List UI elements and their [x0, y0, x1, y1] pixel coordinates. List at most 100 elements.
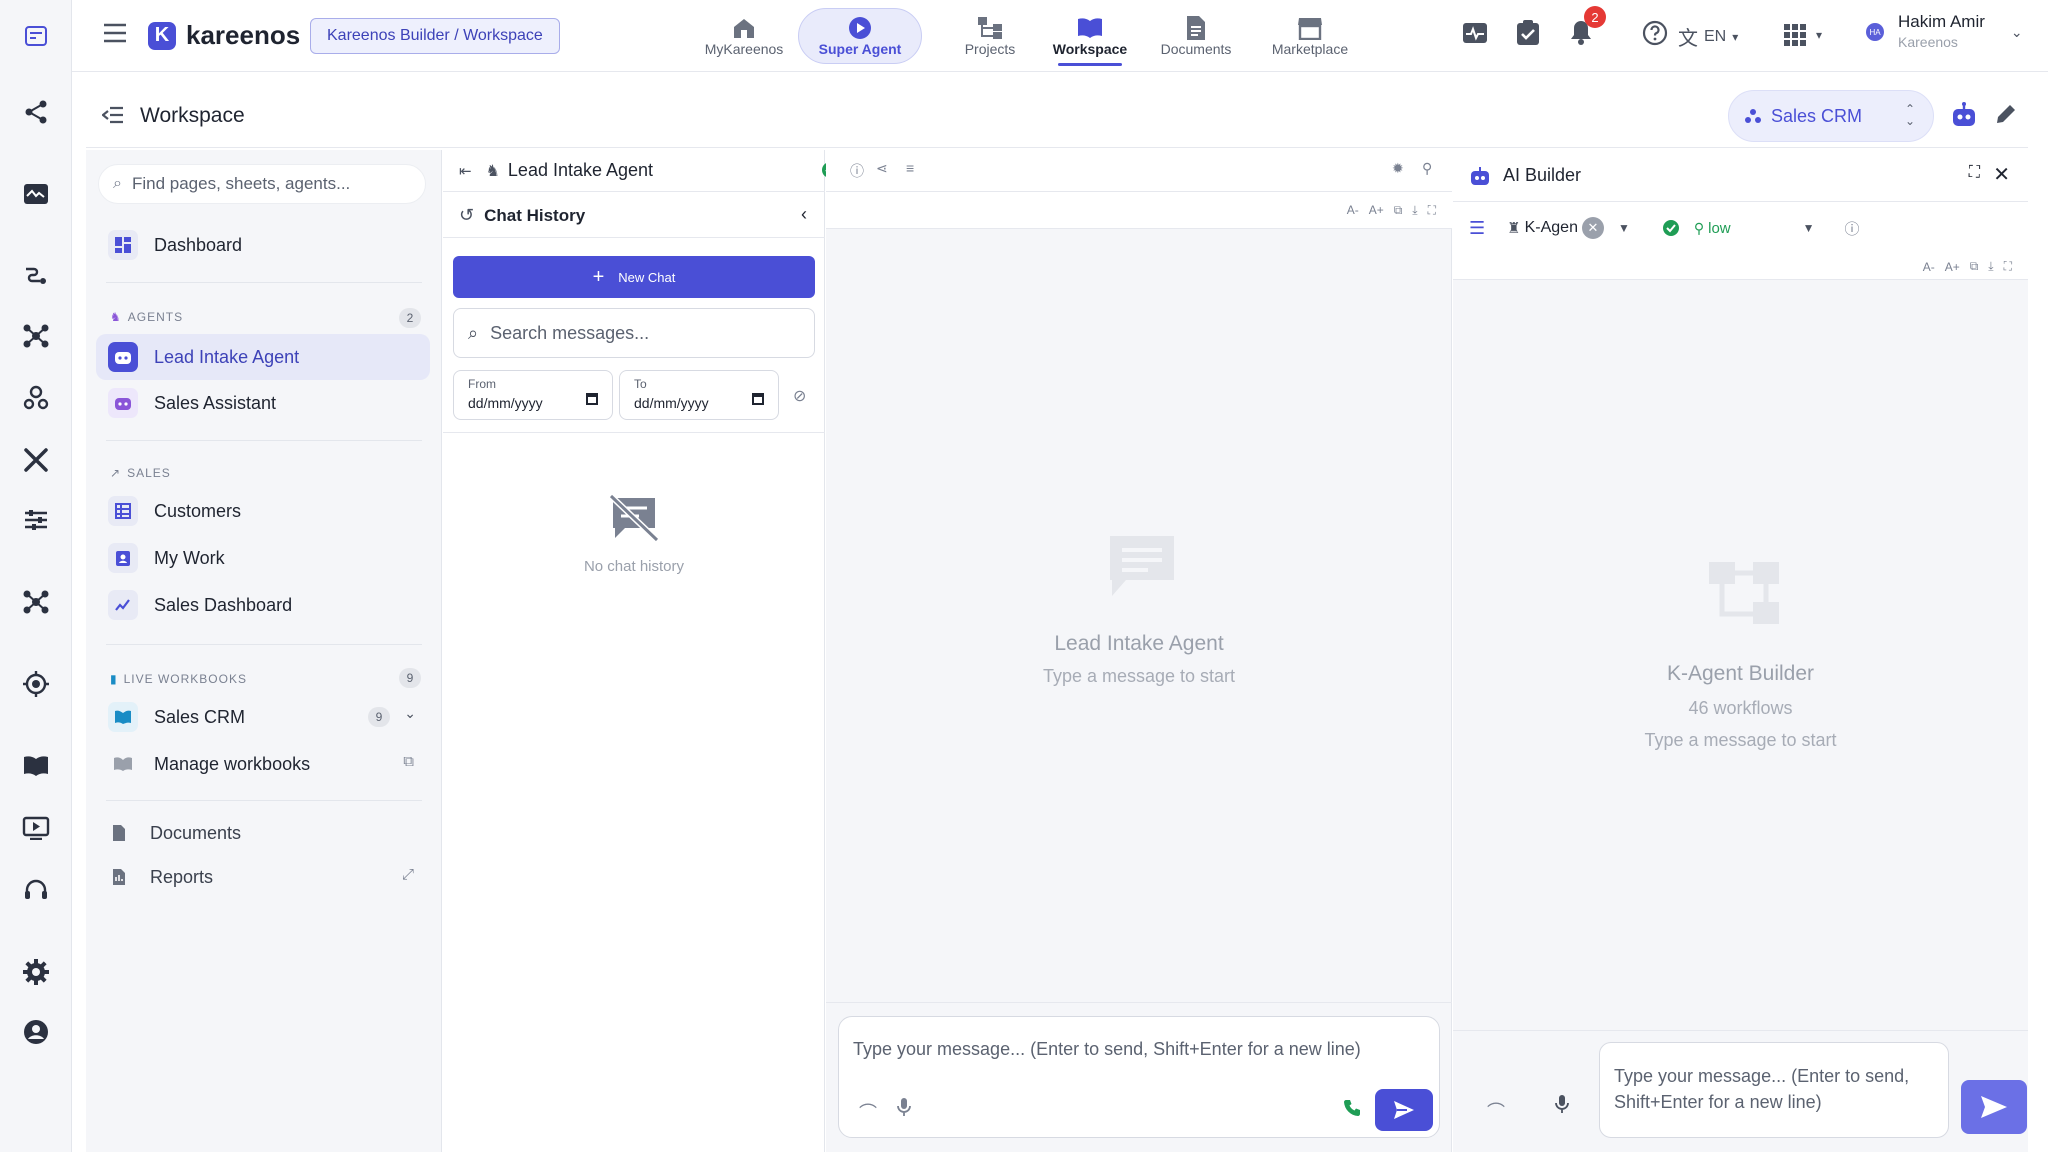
info-icon[interactable]: ⓘ [1845, 218, 1860, 239]
language-selector[interactable]: 文 EN ▾ [1678, 22, 1738, 51]
builder-view-controls: A- A+ ⧉ ⤓ ⛶ [1453, 254, 2028, 280]
edit-icon[interactable] [1994, 102, 2018, 126]
chevron-down-icon[interactable]: ▼ [1803, 221, 1815, 235]
nav-workspace[interactable]: Workspace [1036, 8, 1144, 66]
collapse-history-icon[interactable]: ⇤ [459, 162, 472, 180]
agent-chip[interactable]: K-Agen [1525, 219, 1578, 237]
language-label: EN [1704, 27, 1727, 45]
nav-documents[interactable]: Documents [1146, 8, 1246, 64]
info-icon[interactable]: ⓘ [850, 161, 864, 181]
sidebar-item-label: Sales CRM [154, 706, 246, 727]
workbook-selector[interactable]: Sales CRM ⌃ ⌄ [1728, 90, 1934, 142]
video-icon[interactable] [18, 810, 54, 846]
share-icon[interactable]: ⋖ [876, 160, 888, 177]
bug-icon[interactable]: ✹ [1392, 160, 1404, 177]
terminal-icon[interactable] [18, 18, 54, 54]
send-button[interactable] [1375, 1089, 1433, 1131]
notifications-button[interactable]: 2 [1568, 6, 1606, 46]
sidebar-search[interactable]: ⌕ Find pages, sheets, agents... [98, 164, 426, 204]
activity-icon[interactable] [1462, 22, 1488, 44]
help-icon[interactable] [1642, 20, 1668, 46]
level-label[interactable]: low [1708, 220, 1731, 237]
network-icon[interactable] [18, 584, 54, 620]
chat-input[interactable]: Type your message... (Enter to send, Shi… [838, 1016, 1440, 1138]
clear-filter-icon[interactable]: ⊘ [793, 386, 806, 406]
collapse-sidebar-icon[interactable] [102, 106, 124, 124]
chevron-down-icon: ▾ [1732, 29, 1739, 44]
flow-icon[interactable] [18, 258, 54, 294]
copy-icon[interactable]: ⧉ [1394, 203, 1403, 218]
nav-mykareenos[interactable]: MyKareenos [682, 8, 806, 64]
search-messages-input[interactable]: ⌕ Search messages... [453, 308, 815, 358]
account-icon[interactable] [18, 1014, 54, 1050]
tasks-icon[interactable] [1516, 20, 1540, 46]
book-icon: ▮ [110, 672, 118, 686]
sidebar-item-my-work[interactable]: My Work [96, 535, 430, 581]
fullscreen-icon[interactable]: ⛶ [2004, 259, 2012, 274]
sidebar-item-reports[interactable]: Reports ⤢ [96, 854, 430, 900]
sliders-icon[interactable] [18, 502, 54, 538]
sidebar-item-manage-workbooks[interactable]: Manage workbooks ⧉ [96, 741, 430, 787]
monitor-icon[interactable] [18, 176, 54, 212]
clear-agent-icon[interactable]: ✕ [1581, 217, 1604, 239]
calendar-icon[interactable] [752, 393, 764, 405]
document-icon [1182, 15, 1210, 41]
builder-controls: ☰ ♜ K-Agen ✕ ▼ ⚲ low ▼ ⓘ [1453, 202, 2028, 254]
expand-icon[interactable]: ⤢ [402, 866, 414, 883]
target-icon[interactable] [18, 666, 54, 702]
font-increase-button[interactable]: A+ [1945, 260, 1960, 274]
sidebar-item-sales-crm[interactable]: Sales CRM 9 ⌄ [96, 694, 430, 740]
hub-icon[interactable] [18, 318, 54, 354]
support-icon[interactable] [18, 872, 54, 908]
edit-list-icon[interactable]: ≡ [906, 160, 914, 176]
chevron-left-icon[interactable]: ‹ [801, 204, 807, 225]
sidebar-item-sales-assistant[interactable]: Sales Assistant [96, 380, 430, 426]
breadcrumb[interactable]: Kareenos Builder / Workspace [310, 18, 560, 54]
builder-send-button[interactable] [1961, 1080, 2027, 1134]
font-increase-button[interactable]: A+ [1369, 203, 1384, 217]
nav-super-agent[interactable]: Super Agent [798, 8, 922, 64]
to-date-field[interactable]: To dd/mm/yyyy [619, 370, 779, 420]
new-chat-button[interactable]: + New Chat [453, 256, 815, 298]
chevron-down-icon[interactable]: ⌄ [404, 705, 416, 722]
mic-icon[interactable] [897, 1097, 911, 1117]
font-decrease-button[interactable]: A- [1347, 203, 1359, 217]
apps-menu[interactable]: ▾ [1784, 24, 1822, 46]
share-icon[interactable] [18, 94, 54, 130]
close-icon[interactable]: ✕ [1993, 162, 2010, 187]
maximize-icon[interactable]: ⛶ [1969, 164, 1980, 182]
copy-icon[interactable]: ⧉ [1970, 259, 1979, 274]
tools-icon[interactable] [18, 442, 54, 478]
sidebar-item-documents[interactable]: Documents [96, 810, 430, 856]
sidebar-item-sales-dashboard[interactable]: Sales Dashboard [96, 582, 430, 628]
builder-input[interactable]: Type your message... (Enter to send, Shi… [1599, 1042, 1949, 1138]
sidebar-item-customers[interactable]: Customers [96, 488, 430, 534]
nav-marketplace[interactable]: Marketplace [1250, 8, 1370, 64]
divider [443, 432, 825, 433]
font-decrease-button[interactable]: A- [1923, 260, 1935, 274]
webhook-icon[interactable] [18, 380, 54, 416]
menu-icon[interactable]: ☰ [1469, 218, 1485, 239]
menu-icon[interactable] [102, 22, 128, 44]
attach-icon[interactable]: ⌒ [1487, 1098, 1505, 1124]
fullscreen-icon[interactable]: ⛶ [1428, 203, 1436, 218]
sidebar-item-dashboard[interactable]: Dashboard [96, 222, 430, 268]
builder-header: AI Builder ⛶ ✕ [1453, 150, 2028, 202]
phone-icon[interactable] [1343, 1099, 1361, 1117]
user-menu[interactable]: HA Hakim Amir Kareenos ⌄ [1866, 12, 2023, 52]
download-icon[interactable]: ⤓ [1988, 259, 1993, 274]
pin-icon[interactable]: ⚲ [1422, 160, 1432, 177]
robot-icon[interactable] [1950, 102, 1978, 128]
search-placeholder: Find pages, sheets, agents... [131, 174, 351, 193]
mic-icon[interactable] [1555, 1094, 1569, 1114]
chevron-down-icon[interactable]: ▼ [1618, 221, 1630, 235]
book-icon[interactable] [18, 748, 54, 784]
sidebar-item-lead-intake-agent[interactable]: Lead Intake Agent [96, 334, 430, 380]
nav-projects[interactable]: Projects [940, 8, 1040, 64]
download-icon[interactable]: ⤓ [1412, 203, 1417, 218]
attach-icon[interactable]: ⌒ [859, 1099, 877, 1125]
app-logo[interactable]: K kareenos [148, 20, 300, 51]
settings-icon[interactable] [18, 954, 54, 990]
calendar-icon[interactable] [586, 393, 598, 405]
from-date-field[interactable]: From dd/mm/yyyy [453, 370, 613, 420]
